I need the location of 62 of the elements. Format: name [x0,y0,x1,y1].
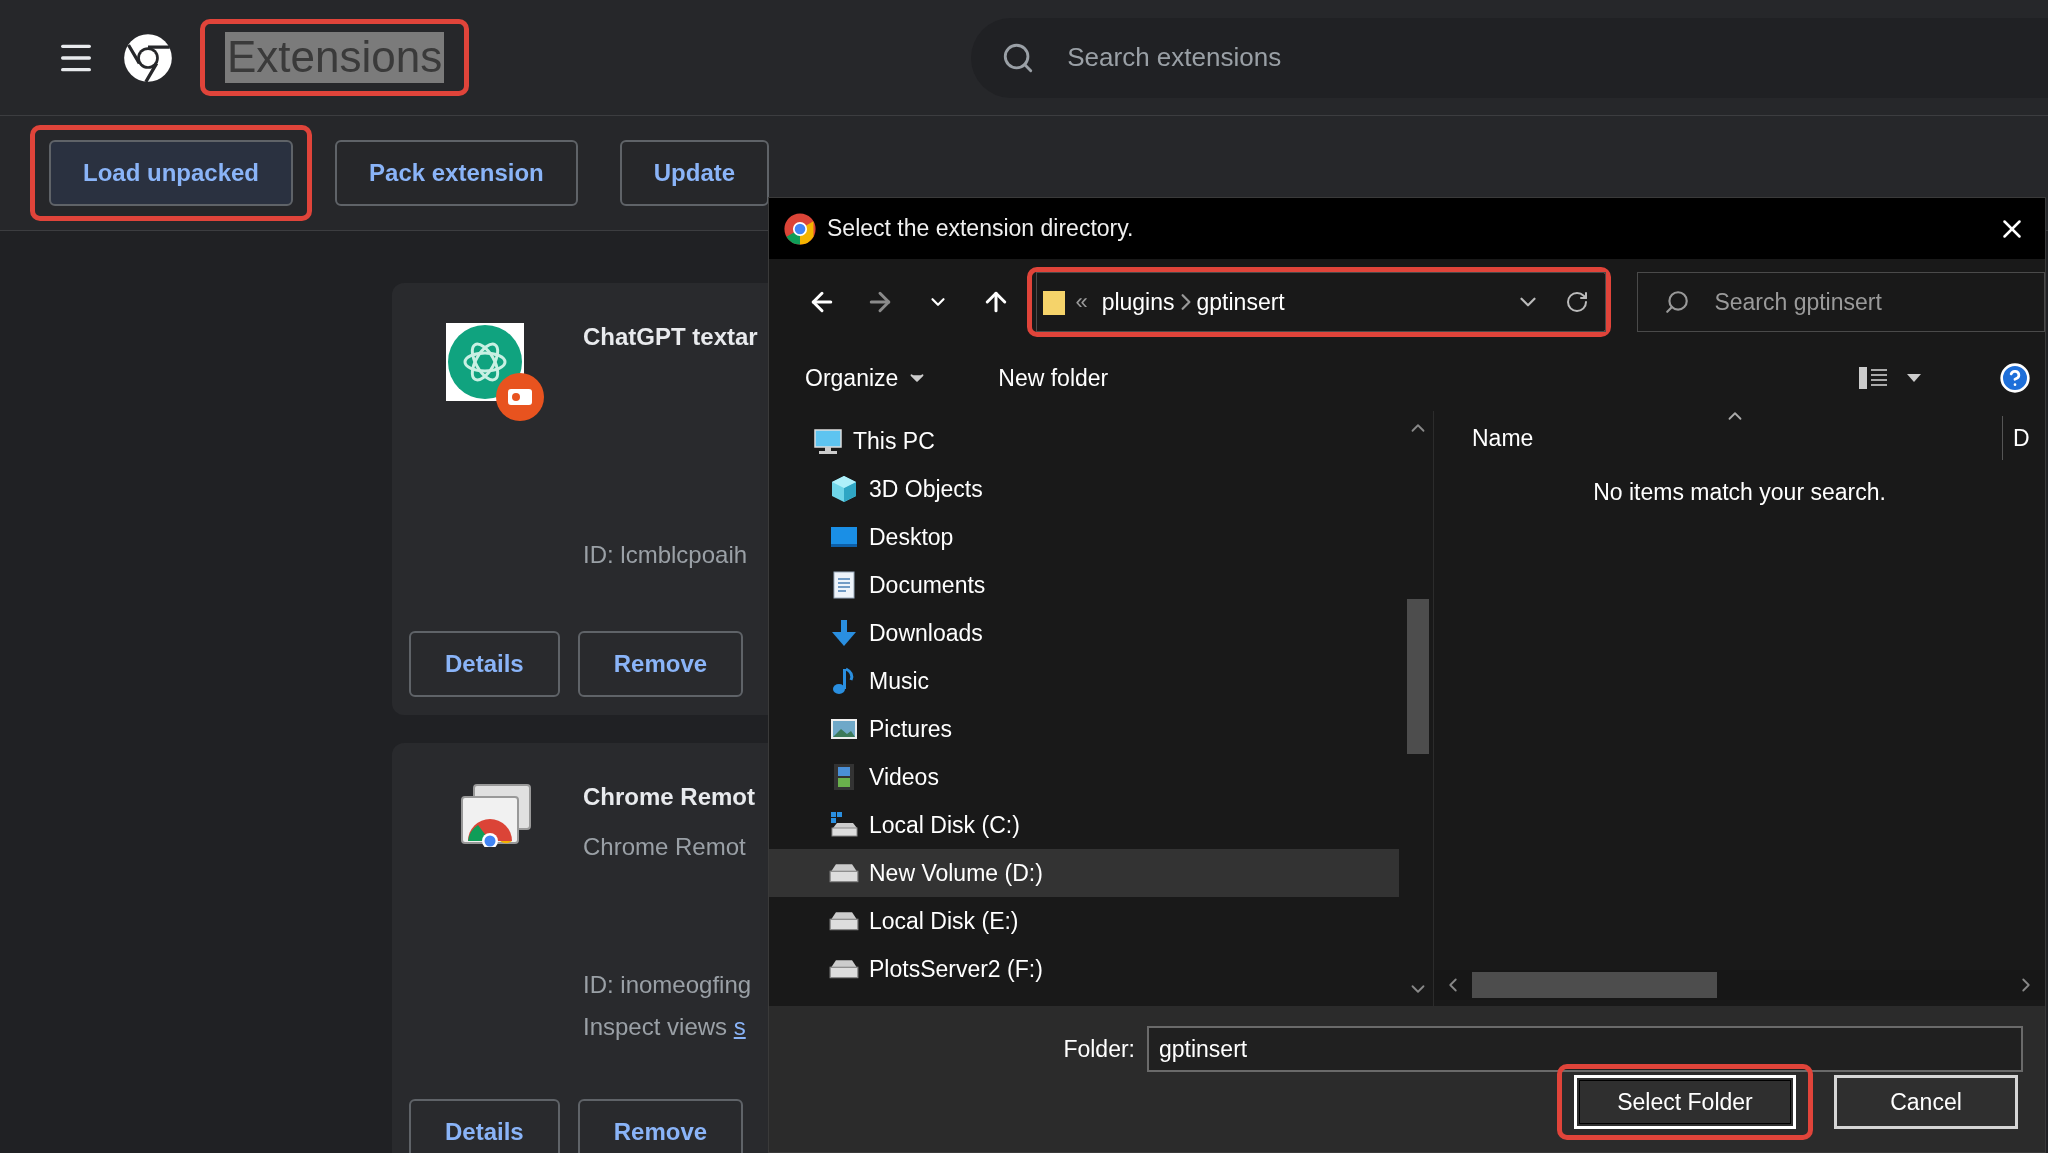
tree-item[interactable]: Videos [769,753,1399,801]
search-icon [1664,289,1691,315]
drive-icon [829,911,859,931]
monitor-icon [813,426,843,456]
refresh-icon[interactable] [1565,290,1590,314]
drive-icon [829,959,859,979]
knot-logo-icon [446,323,546,423]
extension-description: Chrome Remot [583,833,747,861]
card-button[interactable]: Details [409,631,560,697]
tree-item[interactable]: Local Disk (C:) [769,801,1399,849]
down-arrow-icon [829,618,859,648]
chrome-logo-icon [122,31,174,84]
tree-item[interactable]: Documents [769,561,1399,609]
tree-item[interactable]: PlotsServer2 (F:) [769,945,1399,993]
inspect-link[interactable]: s [733,1013,746,1040]
toolbar-button[interactable]: Update [619,140,770,206]
help-icon[interactable] [1999,362,2031,394]
search-input[interactable]: Search extensions [1065,41,2048,74]
tree-item[interactable]: Desktop [769,513,1399,561]
tree-item[interactable]: 3D Objects [769,465,1399,513]
tree-item[interactable]: This PC [769,417,1399,465]
column-header[interactable]: Name [1472,424,1572,452]
drive-icon [829,810,859,840]
search-input[interactable]: Search gptinsert [1712,287,2044,317]
tree-item[interactable]: Music [769,657,1399,705]
extension-id: ID: inomeogfing [583,971,753,999]
remote-desktop-icon [460,783,532,847]
address-bar[interactable]: « plugins gptinsert [1036,272,1607,332]
breadcrumb-item[interactable]: plugins [1095,288,1181,316]
toolbar-button[interactable]: Load unpacked [49,140,294,206]
dialog-title: Select the extension directory. [827,215,1135,242]
overflow-mark: « [1074,289,1089,315]
page-title: Extensions [225,32,445,83]
tree-item[interactable]: Downloads [769,609,1399,657]
tree-item[interactable]: New Volume (D:) [769,849,1399,897]
search-field[interactable]: Search gptinsert [1637,272,2045,332]
empty-message: No items match your search. [1593,479,1886,506]
card-button[interactable]: Details [409,1099,560,1153]
command-button[interactable]: New folder [998,364,1109,392]
search-field[interactable]: Search extensions [971,17,2048,98]
column-header[interactable]: D [2013,424,2030,452]
folder-input[interactable]: gptinsert [1147,1026,2023,1072]
toolbar-button[interactable]: Pack extension [335,140,578,206]
command-button[interactable]: Organize [805,364,929,392]
inspect-views-text: Inspect views s [583,1013,747,1041]
breadcrumb-item[interactable]: gptinsert [1190,288,1291,316]
extension-name: ChatGPT textar [583,323,758,351]
extension-id: ID: lcmblcpoaih [583,541,749,569]
drive-icon [829,863,859,883]
dialog-button[interactable]: Select Folder [1574,1075,1796,1129]
tree-item[interactable]: Pictures [769,705,1399,753]
extension-name: Chrome Remot [583,783,756,811]
scrollbar-thumb[interactable] [1472,972,1717,998]
card-button[interactable]: Remove [577,1099,744,1153]
cube-icon [829,474,859,504]
scrollbar-thumb[interactable] [1407,599,1429,754]
dialog-button[interactable]: Cancel [1834,1075,2018,1129]
chrome-logo-icon [783,211,817,246]
tree-item[interactable]: Local Disk (E:) [769,897,1399,945]
chevron-icon [1180,293,1191,311]
folder-label: Folder: [1063,1035,1135,1063]
card-button[interactable]: Remove [577,631,744,697]
